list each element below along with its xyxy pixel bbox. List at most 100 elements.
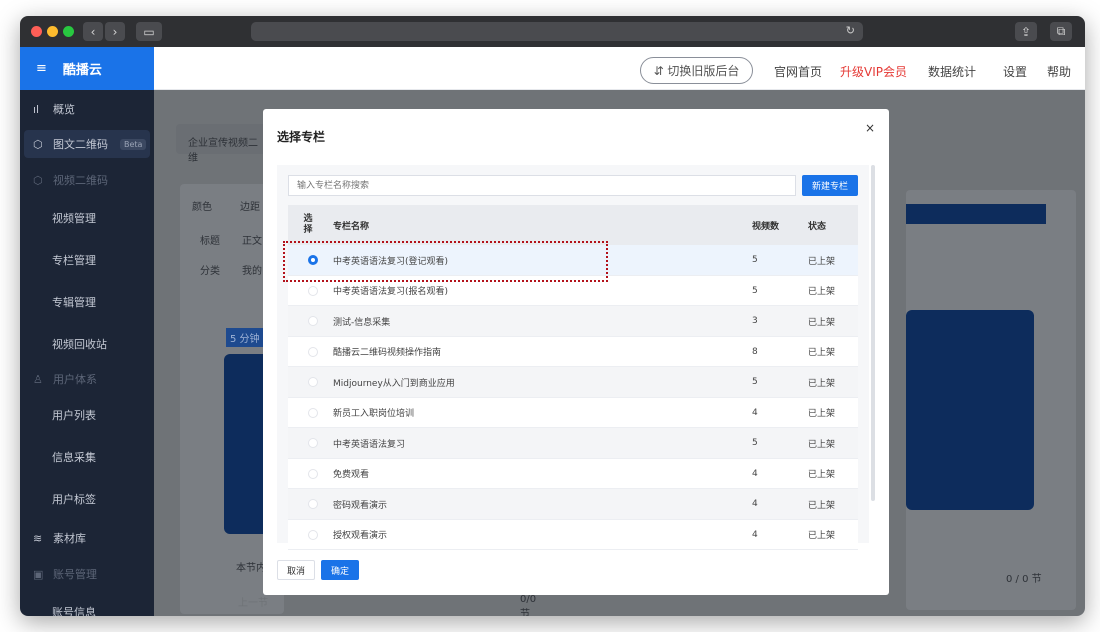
- doc-title-field: 企业宣传视频二维: [176, 124, 266, 164]
- row-radio-button[interactable]: [308, 346, 318, 357]
- close-icon[interactable]: ×: [865, 121, 875, 135]
- column-name-cell: 免费观看: [333, 470, 370, 480]
- browser-titlebar: ‹ › ▭ ↻ ⇪ ⧉: [20, 16, 1085, 47]
- dialog-scrollbar[interactable]: [871, 165, 875, 501]
- sidebar-item-video-manage[interactable]: 视频管理: [52, 210, 96, 226]
- minimize-window-button[interactable]: [47, 26, 58, 37]
- video-count-cell: 4: [752, 529, 758, 540]
- cancel-button[interactable]: 取消: [277, 560, 315, 580]
- confirm-button[interactable]: 确定: [321, 560, 359, 580]
- column-name-cell: 酷播云二维码视频操作指南: [333, 348, 442, 358]
- column-name-cell: Midjourney从入门到商业应用: [333, 378, 455, 389]
- sidebar-group-user-system: ♙ 用户体系: [33, 372, 97, 387]
- video-count-cell: 4: [752, 499, 758, 509]
- column-name-cell: 新员工入职岗位培训: [333, 409, 415, 419]
- status-cell: 已上架: [808, 531, 836, 541]
- cube-icon: ⬡: [33, 137, 43, 151]
- video-count-cell: 5: [752, 377, 758, 387]
- column-search-input[interactable]: [288, 175, 796, 196]
- nav-upgrade-vip[interactable]: 升级VIP会员: [840, 63, 907, 80]
- beta-badge: Beta: [120, 138, 147, 150]
- layers-icon: ≋: [33, 531, 43, 545]
- row-radio-button[interactable]: [308, 285, 318, 296]
- nav-settings[interactable]: 设置: [1003, 63, 1027, 80]
- row-radio-button[interactable]: [308, 438, 318, 448]
- sidebar-item-account-info[interactable]: 账号信息: [52, 604, 96, 616]
- table-row[interactable]: 免费观看 4 已上架: [288, 458, 858, 489]
- sidebar-item-user-list[interactable]: 用户列表: [52, 407, 96, 423]
- preview-video: [906, 310, 1034, 510]
- select-column-dialog: 选择专栏 × 新建专栏 选择 专栏名称 视频数 状态 中考英语语法复习(登记观看…: [263, 109, 889, 595]
- user-icon: ♙: [33, 372, 43, 386]
- sidebar-toggle-icon[interactable]: ▭: [136, 22, 162, 41]
- phone-preview: 0 / 0 节: [906, 190, 1076, 610]
- status-cell: 已上架: [808, 317, 836, 328]
- header-name: 专栏名称: [333, 221, 370, 232]
- row-radio-button[interactable]: [308, 499, 318, 509]
- header-status: 状态: [808, 221, 827, 232]
- brand-logo[interactable]: ≡ 酷播云: [20, 47, 154, 90]
- sidebar: ıl 概览 ⬡ 图文二维码 Beta ⬡ 视频二维码 视频管理 专栏管理 专辑管…: [20, 90, 154, 616]
- sidebar-item-info-collect[interactable]: 信息采集: [52, 449, 96, 465]
- share-icon[interactable]: ⇪: [1015, 22, 1037, 41]
- back-arrow-icon[interactable]: ‹: [83, 22, 103, 41]
- table-row[interactable]: 酷播云二维码视频操作指南 8 已上架: [288, 336, 858, 367]
- status-cell: 已上架: [808, 378, 836, 389]
- column-name-cell: 中考英语语法复习: [333, 439, 406, 450]
- sidebar-item-user-tags[interactable]: 用户标签: [52, 491, 96, 507]
- status-cell: 已上架: [808, 348, 836, 358]
- close-window-button[interactable]: [31, 26, 42, 37]
- preview-banner: [906, 204, 1046, 224]
- reload-icon[interactable]: ↻: [846, 24, 855, 37]
- column-name-cell: 测试-信息采集: [333, 317, 391, 328]
- table-row[interactable]: Midjourney从入门到商业应用 5 已上架: [288, 367, 858, 398]
- video-count-cell: 3: [752, 316, 758, 326]
- nav-official-home[interactable]: 官网首页: [774, 63, 822, 80]
- video-count-cell: 4: [752, 468, 758, 479]
- sidebar-item-recycle-bin[interactable]: 视频回收站: [52, 336, 107, 352]
- row-radio-button[interactable]: [308, 377, 318, 387]
- row-radio-button[interactable]: [308, 316, 318, 326]
- top-navigation: ≡ 酷播云 ⇵ 切换旧版后台 官网首页 升级VIP会员 数据统计 设置 帮助: [20, 47, 1085, 90]
- bar-chart-icon: ıl: [33, 102, 40, 116]
- sidebar-item-album-manage[interactable]: 专辑管理: [52, 294, 96, 310]
- menu-icon[interactable]: ≡: [36, 61, 47, 76]
- header-select: 选择: [303, 214, 313, 235]
- table-row[interactable]: 新员工入职岗位培训 4 已上架: [288, 397, 858, 428]
- sidebar-item-column-manage[interactable]: 专栏管理: [52, 252, 96, 268]
- sidebar-item-overview[interactable]: ıl 概览: [20, 95, 154, 123]
- row-radio-button[interactable]: [308, 468, 318, 479]
- status-cell: 已上架: [808, 409, 836, 419]
- video-count-cell: 4: [752, 407, 758, 418]
- row-radio-button[interactable]: [308, 529, 318, 540]
- column-name-cell: 授权观看演示: [333, 531, 388, 541]
- table-row[interactable]: 密码观看演示 4 已上架: [288, 489, 858, 520]
- id-card-icon: ▣: [33, 567, 44, 581]
- address-bar[interactable]: ↻: [251, 22, 863, 41]
- sidebar-item-material[interactable]: ≋ 素材库: [20, 524, 154, 552]
- status-cell: 已上架: [808, 287, 836, 297]
- zoom-window-button[interactable]: [63, 26, 74, 37]
- switch-old-version-button[interactable]: ⇵ 切换旧版后台: [640, 57, 753, 84]
- tabs-overview-icon[interactable]: ⧉: [1050, 22, 1072, 41]
- status-cell: 已上架: [808, 470, 836, 480]
- dialog-title: 选择专栏: [277, 130, 326, 144]
- status-cell: 已上架: [808, 439, 836, 450]
- sidebar-item-image-qr[interactable]: ⬡ 图文二维码 Beta: [24, 130, 150, 158]
- video-count-cell: 5: [752, 438, 758, 448]
- browser-window: ‹ › ▭ ↻ ⇪ ⧉ ≡ 酷播云 ⇵ 切换旧版后台 官网首页 升级VIP会员 …: [20, 16, 1085, 616]
- brand-name: 酷播云: [62, 63, 102, 78]
- video-count-cell: 8: [752, 346, 758, 357]
- row-radio-button[interactable]: [308, 407, 318, 418]
- nav-help[interactable]: 帮助: [1047, 63, 1071, 80]
- forward-arrow-icon[interactable]: ›: [105, 22, 125, 41]
- status-cell: 已上架: [808, 500, 836, 511]
- table-row[interactable]: 授权观看演示 4 已上架: [288, 519, 858, 550]
- dialog-body: 新建专栏 选择 专栏名称 视频数 状态 中考英语语法复习(登记观看)5已上架中考…: [277, 165, 869, 550]
- new-column-button[interactable]: 新建专栏: [802, 175, 858, 196]
- table-row[interactable]: 测试-信息采集 3 已上架: [288, 306, 858, 337]
- nav-data-stats[interactable]: 数据统计: [928, 63, 976, 80]
- table-row[interactable]: 中考英语语法复习 5 已上架: [288, 428, 858, 459]
- selection-highlight-box: [283, 241, 608, 282]
- video-count-cell: 5: [752, 285, 758, 296]
